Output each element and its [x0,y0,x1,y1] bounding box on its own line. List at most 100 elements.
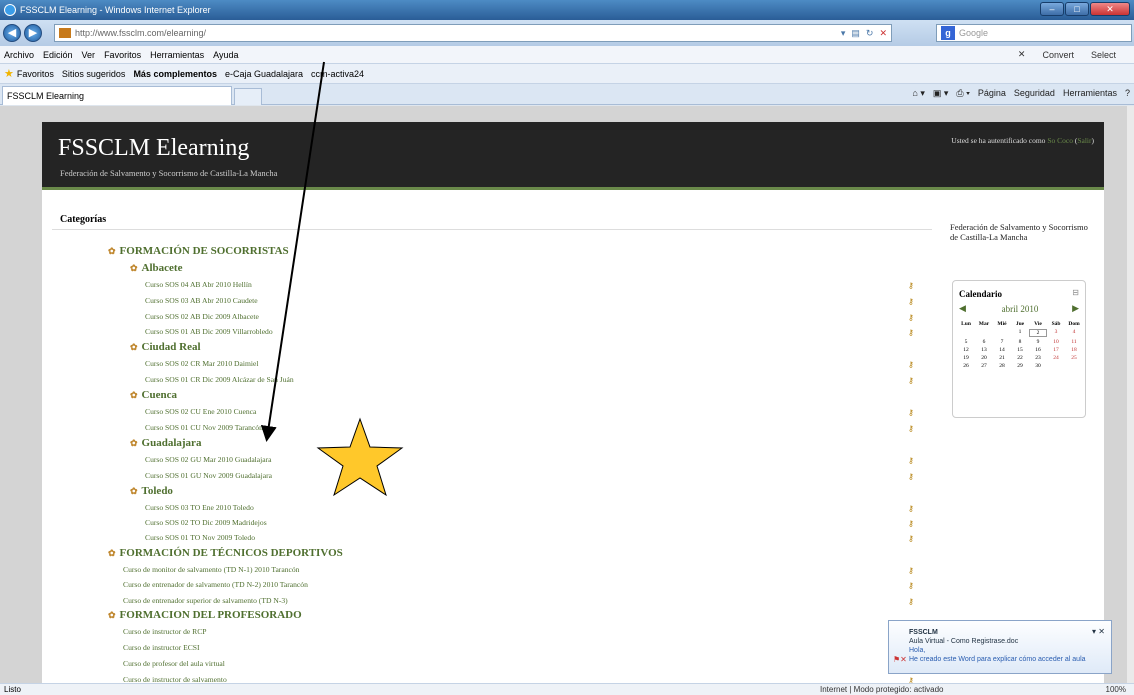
course-link[interactable]: Curso de instructor de RCP [123,627,207,636]
calendar-day[interactable]: 8 [1011,339,1029,345]
calendar-day[interactable]: 2 [1029,329,1047,337]
calendar-day[interactable]: 3 [1047,329,1065,337]
home-icon[interactable]: ⌂ ▾ [912,88,924,99]
calendar-day[interactable]: 20 [975,355,993,361]
calendar-day[interactable]: 16 [1029,347,1047,353]
tab-fssclm[interactable]: FSSCLM Elearning [2,86,232,105]
calendar-day[interactable]: 28 [993,363,1011,369]
calendar-day[interactable]: 21 [993,355,1011,361]
zoom-level[interactable]: 100% [1106,685,1126,694]
calendar-day[interactable]: 6 [975,339,993,345]
dropdown-icon[interactable]: ▾ [841,28,846,39]
calendar-day[interactable]: 29 [1011,363,1029,369]
course-link[interactable]: Curso SOS 01 CU Nov 2009 Tarancón [145,423,263,432]
convert-button[interactable]: Convert [1042,50,1074,60]
security-menu[interactable]: Seguridad [1014,88,1055,99]
calendar-day[interactable]: 11 [1065,339,1083,345]
calendar-day[interactable]: 1 [1011,329,1029,337]
fav-sitios-sugeridos[interactable]: Sitios sugeridos [62,69,126,79]
fav-ecaja-guadalajara[interactable]: e-Caja Guadalajara [225,69,303,79]
calendar-day[interactable]: 25 [1065,355,1083,361]
fav-ccm-activa24[interactable]: ccm-activa24 [311,69,364,79]
course-link[interactable]: Curso SOS 01 CR Dic 2009 Alcázar de San … [145,375,294,384]
category-albacete[interactable]: ✿ Albacete [130,262,182,274]
maximize-button[interactable]: □ [1065,2,1089,16]
calendar-day[interactable]: 12 [957,347,975,353]
flag-delete-icon[interactable]: ⚑✕ [893,655,907,664]
calendar-day[interactable]: 5 [957,339,975,345]
calendar-day[interactable]: 15 [1011,347,1029,353]
course-link[interactable]: Curso SOS 02 GU Mar 2010 Guadalajara [145,455,272,464]
print-icon[interactable]: ⎙ ▾ [956,88,969,99]
category-socorristas[interactable]: ✿ FORMACIÓN DE SOCORRISTAS [108,245,289,257]
minimize-button[interactable]: – [1040,2,1064,16]
category-guadalajara[interactable]: ✿ Guadalajara [130,437,201,449]
calendar-day[interactable]: 17 [1047,347,1065,353]
search-input[interactable]: g Google [936,24,1132,42]
notification-popup[interactable]: FSSCLM Aula Virtual - Como Registrase.do… [888,620,1112,674]
stop-icon[interactable]: ✕ [879,28,887,39]
menu-ver[interactable]: Ver [82,50,96,60]
help-icon[interactable]: ? [1125,88,1130,99]
category-tecnicos[interactable]: ✿ FORMACIÓN DE TÉCNICOS DEPORTIVOS [108,547,343,559]
menu-edicion[interactable]: Edición [43,50,73,60]
feeds-icon[interactable]: ▣ ▾ [933,88,949,99]
calendar-month[interactable]: abril 2010 [953,304,1087,314]
calendar-day[interactable]: 7 [993,339,1011,345]
category-cuenca[interactable]: ✿ Cuenca [130,389,177,401]
notification-close-icon[interactable]: ▾ ✕ [1092,627,1105,636]
vertical-scrollbar[interactable] [1127,106,1134,683]
category-toledo[interactable]: ✿ Toledo [130,485,173,497]
category-profesorado[interactable]: ✿ FORMACION DEL PROFESORADO [108,609,302,621]
tools-menu[interactable]: Herramientas [1063,88,1117,99]
calendar-day[interactable]: 27 [975,363,993,369]
calendar-day[interactable]: 13 [975,347,993,353]
calendar-day[interactable]: 9 [1029,339,1047,345]
calendar-day[interactable]: 10 [1047,339,1065,345]
forward-button[interactable]: ▶ [24,24,42,42]
calendar-day[interactable]: 22 [1011,355,1029,361]
course-link[interactable]: Curso SOS 04 AB Abr 2010 Hellín [145,280,252,289]
close-toolbar-icon[interactable]: ✕ [1018,49,1026,60]
category-ciudad-real[interactable]: ✿ Ciudad Real [130,341,201,353]
menu-ayuda[interactable]: Ayuda [213,50,238,60]
favorites-button[interactable]: Favoritos [17,69,54,79]
course-link[interactable]: Curso SOS 01 TO Nov 2009 Toledo [145,533,255,542]
close-button[interactable]: ✕ [1090,2,1130,16]
back-button[interactable]: ◀ [3,24,21,42]
next-month-icon[interactable]: ▶ [1072,303,1079,314]
calendar-day[interactable]: 26 [957,363,975,369]
calendar-day[interactable]: 23 [1029,355,1047,361]
calendar-day[interactable]: 4 [1065,329,1083,337]
logout-link[interactable]: Salir [1077,136,1091,145]
course-link[interactable]: Curso SOS 02 CU Ene 2010 Cuenca [145,407,256,416]
refresh-icon[interactable]: ↻ [866,28,874,39]
course-link[interactable]: Curso de instructor de salvamento [123,675,227,683]
collapse-icon[interactable]: ⊟ [1072,288,1079,297]
menu-herramientas[interactable]: Herramientas [150,50,204,60]
calendar-day[interactable]: 19 [957,355,975,361]
page-menu[interactable]: Página [978,88,1006,99]
fav-mas-complementos[interactable]: Más complementos [133,69,217,79]
course-link[interactable]: Curso de monitor de salvamento (TD N-1) … [123,565,299,574]
compat-view-icon[interactable]: ▤ [851,28,860,39]
course-link[interactable]: Curso de profesor del aula virtual [123,659,225,668]
course-link[interactable]: Curso de instructor ECSI [123,643,200,652]
new-tab-button[interactable] [234,88,262,105]
calendar-day[interactable]: 14 [993,347,1011,353]
menu-archivo[interactable]: Archivo [4,50,34,60]
course-link[interactable]: Curso SOS 03 TO Ene 2010 Toledo [145,503,254,512]
course-link[interactable]: Curso SOS 03 AB Abr 2010 Caudete [145,296,258,305]
course-link[interactable]: Curso SOS 02 CR Mar 2010 Daimiel [145,359,259,368]
course-link[interactable]: Curso SOS 02 TO Dic 2009 Madridejos [145,518,267,527]
course-link[interactable]: Curso SOS 01 GU Nov 2009 Guadalajara [145,471,272,480]
calendar-day[interactable]: 24 [1047,355,1065,361]
select-button[interactable]: Select [1091,50,1116,60]
calendar-day[interactable]: 18 [1065,347,1083,353]
course-link[interactable]: Curso de entrenador superior de salvamen… [123,596,288,605]
menu-favoritos[interactable]: Favoritos [104,50,141,60]
course-link[interactable]: Curso de entrenador de salvamento (TD N-… [123,580,308,589]
user-link[interactable]: So Coco [1047,136,1073,145]
calendar-day[interactable]: 30 [1029,363,1047,369]
address-bar[interactable]: http://www.fssclm.com/elearning/ ▾ ▤ ↻ ✕ [54,24,892,42]
